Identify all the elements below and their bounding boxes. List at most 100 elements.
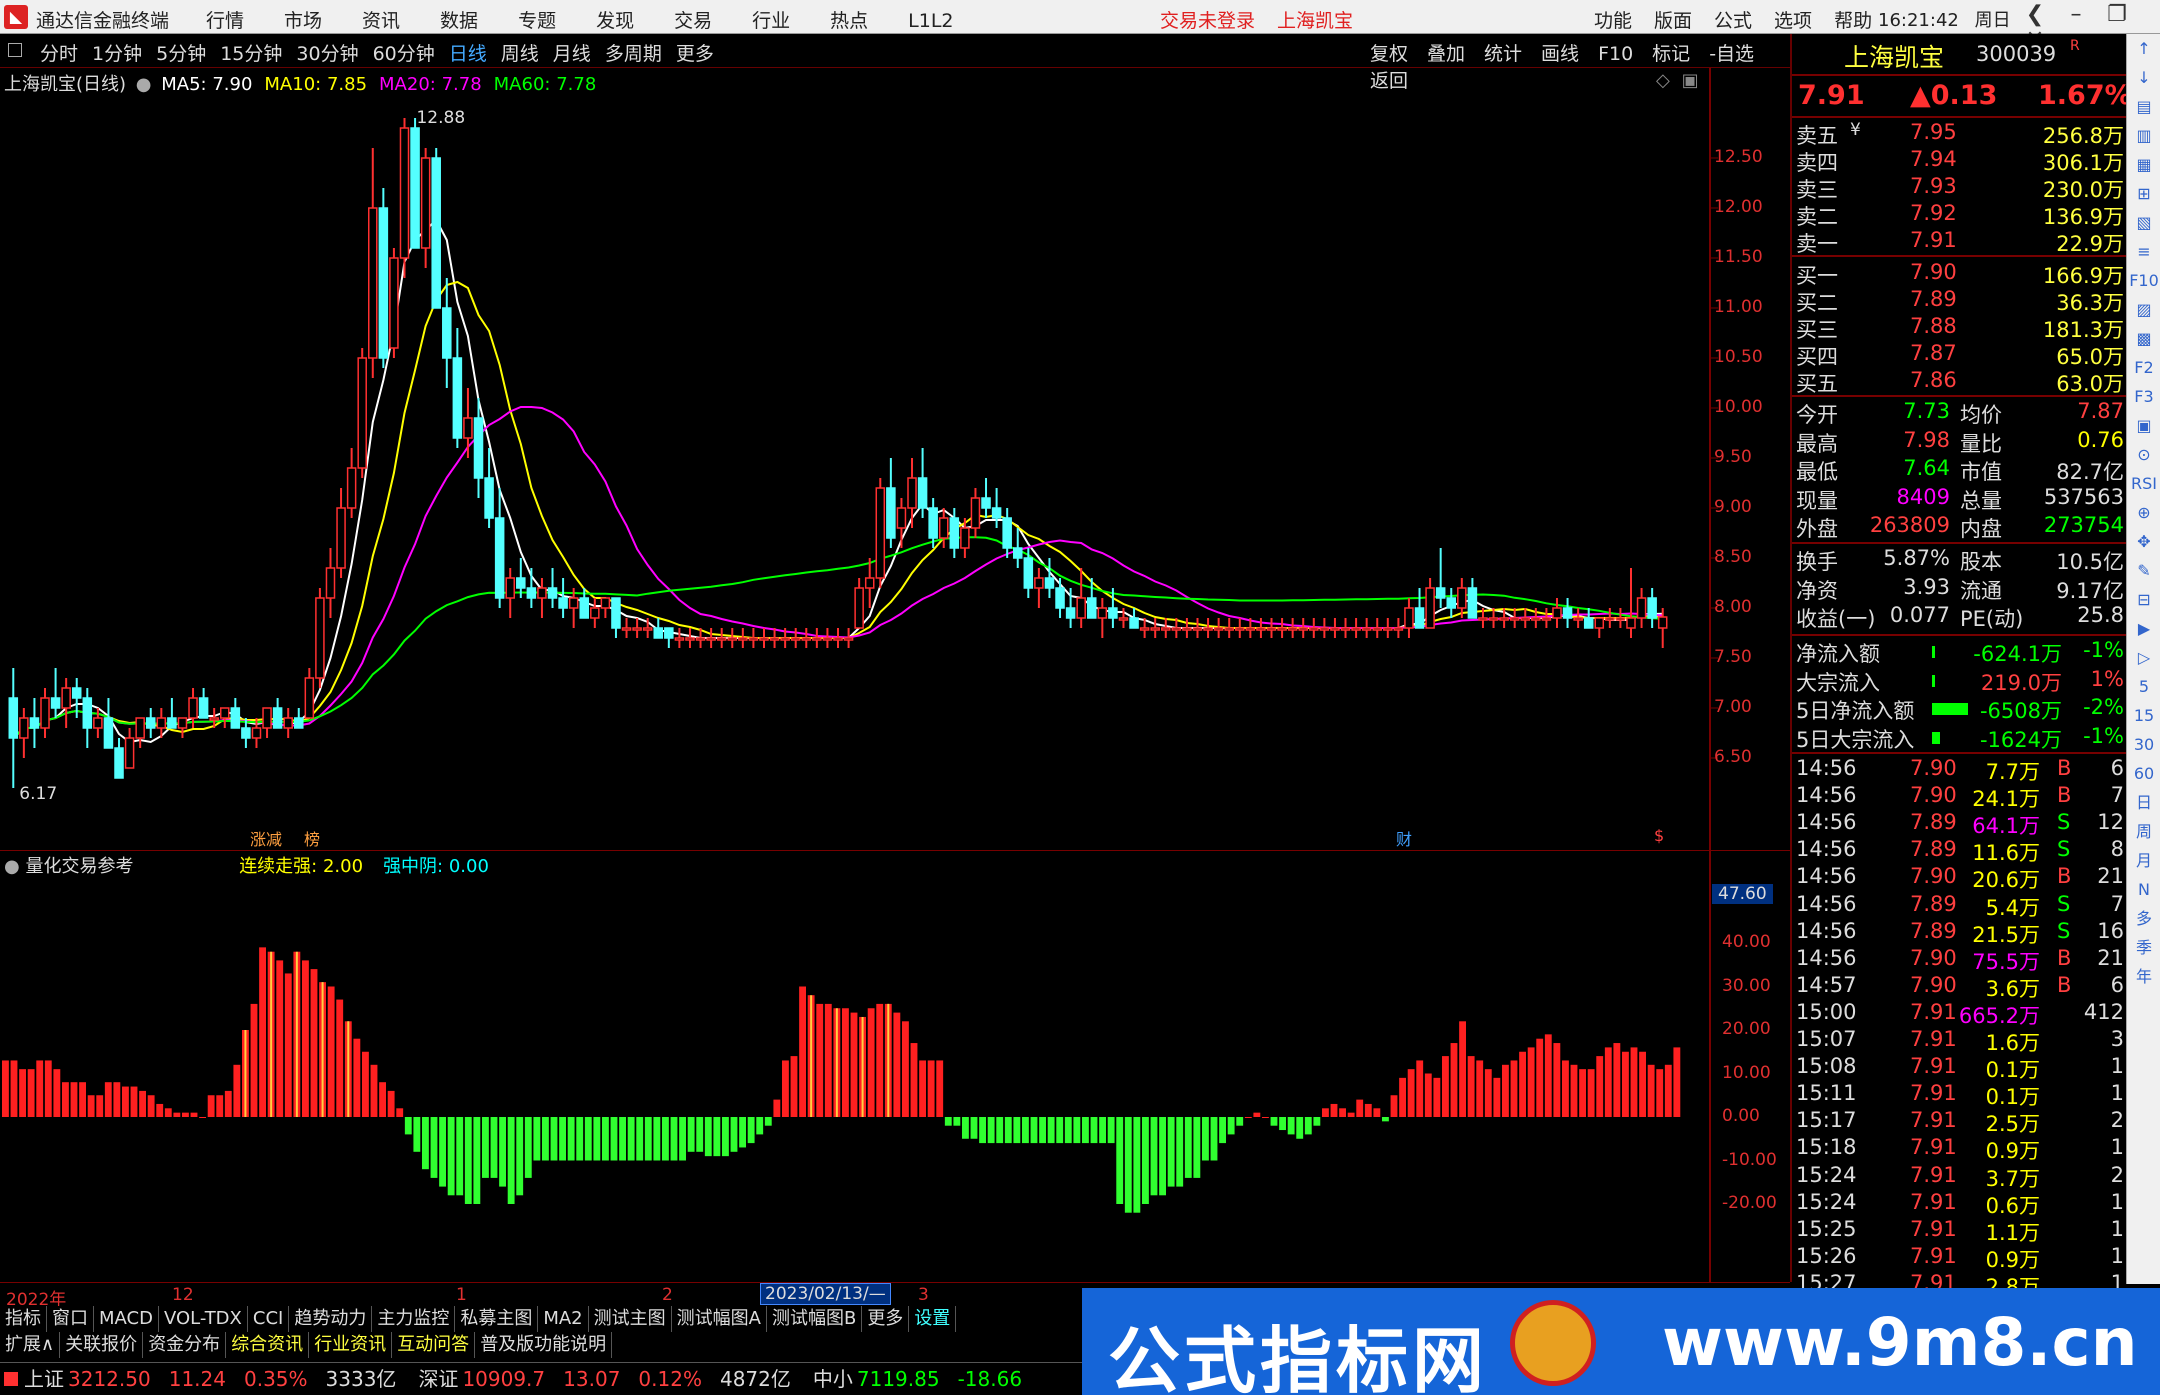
kline-chart[interactable]: 上海凯宝(日线) ● MA5: 7.90 MA10: 7.85 MA20: 7.78… (0, 68, 1790, 850)
tool-icon[interactable]: 日 (2127, 788, 2160, 817)
menu-item[interactable]: 市场 (284, 10, 322, 32)
event-mark[interactable]: 财 (1396, 826, 1412, 850)
period-tab[interactable]: 30分钟 (296, 43, 358, 65)
tool-icon[interactable]: ↑ (2127, 34, 2160, 63)
toggle-panel-icon[interactable] (8, 43, 22, 57)
tool-icon[interactable]: ▩ (2127, 324, 2160, 353)
extension-tab[interactable]: 扩展∧ (0, 1332, 61, 1358)
tool-icon[interactable]: ⊙ (2127, 440, 2160, 469)
extension-tab[interactable]: 互动问答 (392, 1332, 476, 1358)
extension-tab[interactable]: 行业资讯 (309, 1332, 393, 1358)
tool-icon[interactable]: 5 (2127, 672, 2160, 701)
tool-icon[interactable]: ▥ (2127, 121, 2160, 150)
indicator-tab[interactable]: 测试幅图B (767, 1306, 863, 1332)
tool-icon[interactable]: 年 (2127, 962, 2160, 991)
tool-icon[interactable]: ▤ (2127, 92, 2160, 121)
menu-item[interactable]: 交易 (674, 10, 712, 32)
period-tab[interactable]: 月线 (553, 43, 591, 65)
period-tab[interactable]: 15分钟 (220, 43, 282, 65)
indicator-tab[interactable]: 私募主图 (455, 1306, 539, 1332)
tool-icon[interactable]: F2 (2127, 353, 2160, 382)
panel-icon[interactable]: ▣ (1682, 70, 1699, 91)
tool-icon[interactable]: ≡ (2127, 237, 2160, 266)
indicator-tab[interactable]: 测试主图 (589, 1306, 672, 1332)
extension-tab[interactable]: 资金分布 (143, 1332, 227, 1358)
legend-toggle-icon[interactable]: ● (136, 74, 152, 95)
period-tab[interactable]: 分时 (40, 43, 78, 65)
tool-icon[interactable]: ⊞ (2127, 179, 2160, 208)
tool-icon[interactable]: ▷ (2127, 643, 2160, 672)
indicator-chart[interactable]: ● 量化交易参考 连续走强: 2.00 强中阴: 0.00 47.60 40.00 3… (0, 849, 1790, 1282)
tool-button[interactable]: 统计 (1484, 43, 1522, 65)
tool-icon[interactable]: N (2127, 875, 2160, 904)
indicator-tab[interactable]: 更多 (862, 1306, 910, 1332)
indicator-svg[interactable] (0, 849, 1790, 1282)
menu-item[interactable]: 行情 (206, 10, 244, 32)
indicator-tab[interactable]: 主力监控 (372, 1306, 456, 1332)
tool-button[interactable]: 复权 (1370, 43, 1408, 65)
period-tab[interactable]: 60分钟 (373, 43, 435, 65)
menu-item[interactable]: L1L2 (908, 10, 953, 32)
extension-tab[interactable]: 综合资讯 (226, 1332, 310, 1358)
tool-button[interactable]: 叠加 (1427, 43, 1465, 65)
indicator-tab[interactable]: CCI (248, 1306, 290, 1332)
tool-icon[interactable]: ✥ (2127, 527, 2160, 556)
indicator-tab[interactable]: 指标 (0, 1306, 47, 1332)
indicator-tab[interactable]: 设置 (909, 1306, 957, 1332)
tool-button[interactable]: -自选 (1709, 43, 1754, 65)
menu-item[interactable]: 热点 (830, 10, 868, 32)
minimize-icon[interactable]: – (2059, 2, 2093, 27)
menu-item[interactable]: 选项 (1774, 10, 1812, 32)
tool-icon[interactable]: ▨ (2127, 295, 2160, 324)
tool-icon[interactable]: F10 (2127, 266, 2160, 295)
extension-tab[interactable]: 普及版功能说明 (475, 1332, 613, 1358)
tool-icon[interactable]: ⊕ (2127, 498, 2160, 527)
tool-icon[interactable]: 30 (2127, 730, 2160, 759)
back-icon[interactable]: ❮ (2018, 2, 2052, 27)
index-name[interactable]: 上证 (24, 1367, 64, 1391)
tool-button[interactable]: F10 (1598, 43, 1633, 65)
tool-icon[interactable]: ▦ (2127, 150, 2160, 179)
menu-item[interactable]: 帮助 (1834, 10, 1872, 32)
menu-item[interactable]: 数据 (440, 10, 478, 32)
menu-item[interactable]: 版面 (1654, 10, 1692, 32)
tool-icon[interactable]: 15 (2127, 701, 2160, 730)
period-tab[interactable]: 多周期 (605, 43, 662, 65)
indicator-tab[interactable]: 测试幅图A (672, 1306, 767, 1332)
period-tab[interactable]: 1分钟 (92, 43, 142, 65)
tool-icon[interactable]: 季 (2127, 933, 2160, 962)
tool-button[interactable]: 标记 (1652, 43, 1690, 65)
indicator-tab[interactable]: 趋势动力 (289, 1306, 373, 1332)
legend-toggle-icon[interactable]: ● (4, 856, 20, 877)
event-mark[interactable]: 涨减 (250, 826, 282, 850)
period-tab[interactable]: 周线 (501, 43, 539, 65)
tool-icon[interactable]: 60 (2127, 759, 2160, 788)
period-tab[interactable]: 5分钟 (156, 43, 206, 65)
tool-icon[interactable]: ▧ (2127, 208, 2160, 237)
tool-icon[interactable]: F3 (2127, 382, 2160, 411)
diamond-icon[interactable]: ◇ (1656, 70, 1670, 91)
kline-svg[interactable] (0, 68, 1790, 850)
index-name[interactable]: 中小 (813, 1367, 853, 1391)
menu-item[interactable]: 专题 (518, 10, 556, 32)
tool-button[interactable]: 画线 (1541, 43, 1579, 65)
tool-icon[interactable]: 多 (2127, 904, 2160, 933)
tool-icon[interactable]: 周 (2127, 817, 2160, 846)
indicator-tab[interactable]: MA2 (538, 1306, 589, 1332)
menu-item[interactable]: 发现 (596, 10, 634, 32)
tool-icon[interactable]: ▣ (2127, 411, 2160, 440)
menu-item[interactable]: 行业 (752, 10, 790, 32)
menu-item[interactable]: 公式 (1714, 10, 1752, 32)
indicator-tab[interactable]: MACD (94, 1306, 159, 1332)
period-tab[interactable]: 日线 (449, 43, 487, 65)
indicator-tab[interactable]: VOL-TDX (159, 1306, 248, 1332)
restore-icon[interactable]: ❐ (2100, 2, 2134, 27)
extension-tab[interactable]: 关联报价 (60, 1332, 144, 1358)
event-mark[interactable]: 榜 (304, 826, 320, 850)
tool-icon[interactable]: ✎ (2127, 556, 2160, 585)
menu-item[interactable]: 功能 (1594, 10, 1632, 32)
tool-icon[interactable]: 月 (2127, 846, 2160, 875)
status-item[interactable]: 交易未登录 (1160, 10, 1255, 32)
tool-icon[interactable]: ⊟ (2127, 585, 2160, 614)
period-tab[interactable]: 更多 (676, 43, 714, 65)
